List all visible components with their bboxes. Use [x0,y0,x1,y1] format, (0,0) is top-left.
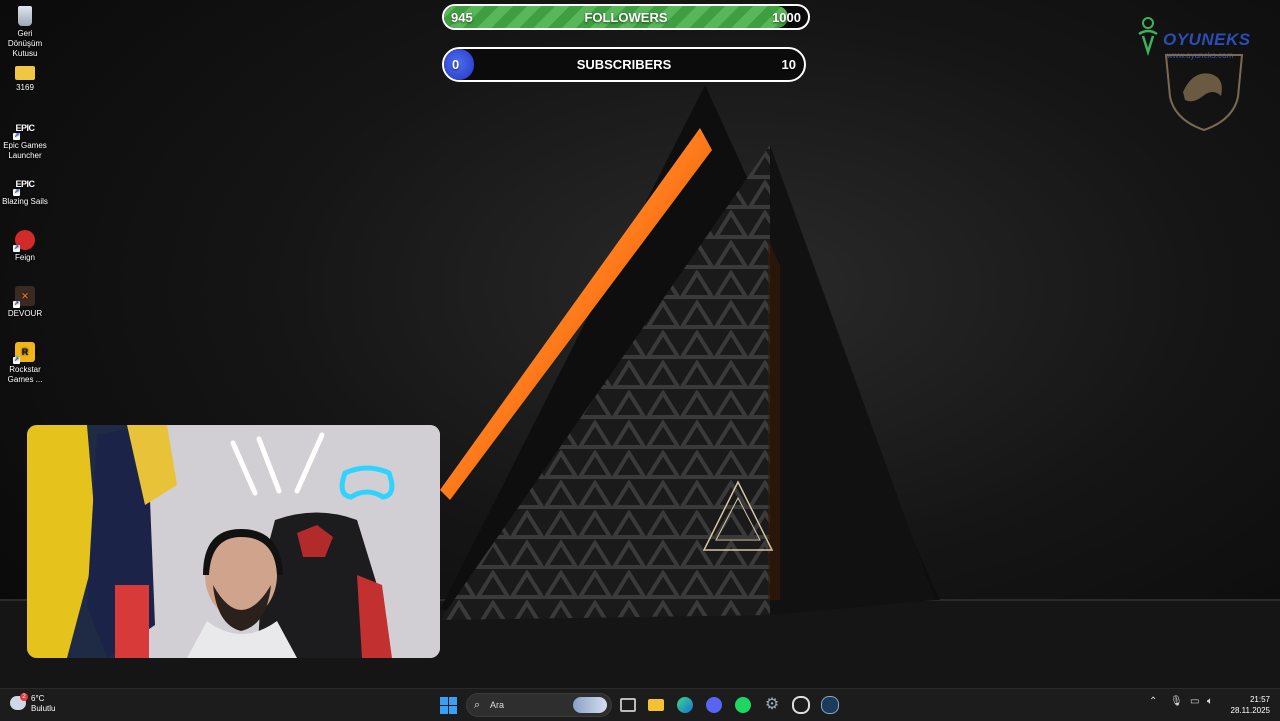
display-icon[interactable]: ▭ [1190,696,1199,707]
desktop-icon-devour[interactable]: ✕ ↗ DEVOUR [0,282,50,319]
search-box[interactable]: ⌕ Ara [466,693,612,717]
subscribers-goal: 10 [781,57,796,72]
logo-wordmark: OYUNEKS [1163,30,1251,49]
shortcut-arrow-icon: ↗ [13,189,20,196]
chrome-icon [792,696,810,714]
search-icon: ⌕ [474,699,481,711]
followers-label: FOLLOWERS [584,9,668,25]
shortcut-arrow-icon: ↗ [13,301,20,308]
show-hidden-icons-chevron-icon[interactable]: ⌃ [1149,696,1157,707]
microphone-icon[interactable]: 🎙︎ [1170,696,1183,707]
search-highlight-image [573,697,607,713]
shortcut-arrow-icon: ↗ [13,133,20,140]
rockstar-icon: R ↗ [13,342,35,364]
chrome-button[interactable] [790,694,812,716]
clock-date: 28.11.2025 [1230,706,1270,715]
steam-button[interactable] [819,694,841,716]
desktop-icon-epic-games-launcher[interactable]: EPIC ↗ Epic Games Launcher [0,114,50,161]
feign-icon: ↗ [13,230,35,252]
oyuneks-logo: OYUNEKS www.oyuneks.com [1135,14,1265,134]
weather-condition: Bulutlu [31,704,56,713]
edge-icon [677,697,693,713]
recycle-bin-icon [18,6,32,26]
folder-icon [15,66,35,80]
discord-icon [706,697,722,713]
desktop-icon-blazing-sails[interactable]: EPIC ↗ Blazing Sails [0,170,50,207]
search-placeholder: Ara [490,700,505,710]
spotify-button[interactable] [732,694,754,716]
volume-icon[interactable]: 🔈︎ [1207,696,1213,707]
devour-icon: ✕ ↗ [13,286,35,308]
msi-shield-icon [1164,54,1244,132]
file-explorer-button[interactable] [645,694,667,716]
taskbar: 2 6°C Bulutlu ⌕ Ara ⚙ ⌃ 🎙︎ ▭ 🔈︎ 21:57 28… [0,688,1280,721]
steam-icon [821,696,839,714]
shortcut-arrow-icon: ↗ [13,357,20,364]
desktop-icon-feign[interactable]: ↗ Feign [0,226,50,263]
start-button[interactable] [437,694,459,716]
followers-goal: 1000 [772,9,801,25]
settings-icon: ⚙ [764,696,780,713]
oyuneks-mascot-icon [1138,17,1158,56]
discord-button[interactable] [703,694,725,716]
epic-games-icon: EPIC ↗ [13,179,35,196]
subscribers-goal-bar: 0 SUBSCRIBERS 10 [442,47,806,82]
system-clock[interactable]: 21:57 28.11.2025 [1231,694,1270,716]
webcam-overlay [27,425,440,658]
task-view-icon [620,698,636,712]
file-explorer-icon [648,699,664,711]
task-view-button[interactable] [617,694,639,716]
spotify-icon [735,697,751,713]
windows-start-icon [439,696,457,714]
weather-widget[interactable]: 2 6°C Bulutlu [10,693,56,714]
edge-button[interactable] [674,694,696,716]
followers-goal-bar: 945 FOLLOWERS 1000 [442,4,810,30]
clock-time: 21:57 [1249,695,1270,704]
notification-badge: 2 [20,693,28,701]
epic-games-icon: EPIC ↗ [13,123,35,140]
desktop-icon-recycle-bin[interactable]: Geri Dönüşüm Kutusu [0,2,50,59]
weather-temperature: 6°C [31,694,45,703]
desktop-icon-rockstar-games[interactable]: R ↗ Rockstar Games ... [0,338,50,385]
webcam-feed-image [27,425,440,658]
subscribers-label: SUBSCRIBERS [576,57,672,72]
cloud-icon: 2 [10,693,28,710]
settings-button[interactable]: ⚙ [761,694,783,716]
desktop-icon-folder-3169[interactable]: 3169 [0,58,50,93]
shortcut-arrow-icon: ↗ [13,245,20,252]
